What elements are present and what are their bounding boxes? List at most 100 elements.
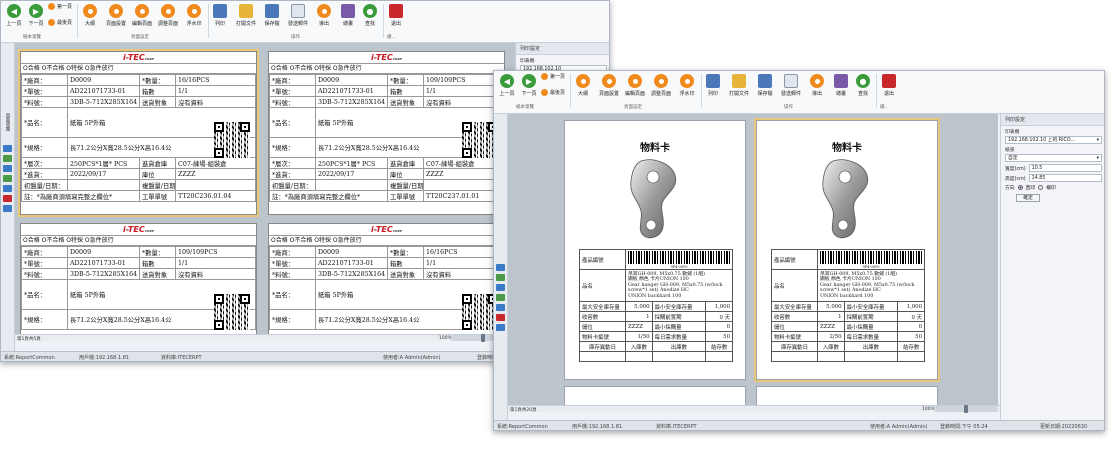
tool-icon[interactable]	[3, 155, 12, 162]
circle-icon	[135, 4, 149, 18]
width-input[interactable]: 10.5	[1028, 164, 1102, 172]
circle-icon	[628, 74, 642, 88]
label-card[interactable]: i-TECCORP O合格 O不合格 O特採 O急件放行 *廠商： D0009 *數…	[20, 223, 257, 334]
printer-label: 印表機	[1005, 130, 1020, 135]
barcode	[819, 251, 922, 264]
tool-icon[interactable]	[496, 284, 505, 291]
edit-page-button[interactable]: 編輯頁面	[131, 4, 153, 27]
qr-code	[214, 122, 250, 158]
paper-select[interactable]: 自定 ▾	[1005, 154, 1102, 162]
height-row: 高度(cm) 14.85	[1005, 174, 1102, 182]
send-email-button[interactable]: 發送郵件	[780, 74, 802, 97]
last-page-icon	[48, 19, 55, 26]
last-page-icon	[541, 89, 548, 96]
next-page-button[interactable]: ▶ 下一頁	[25, 4, 47, 27]
search-icon: ●	[856, 74, 870, 88]
exit-button[interactable]: 退出	[385, 4, 407, 27]
sign-button[interactable]: 總畫	[830, 74, 852, 97]
zoom-thumb[interactable]	[964, 405, 968, 413]
sign-button[interactable]: 總畫	[337, 4, 359, 27]
page-setup-button[interactable]: 頁面設置	[598, 74, 620, 97]
zoom-slider[interactable]	[934, 405, 998, 413]
document-area: i-TECCORP O合格 O不合格 O特採 O急件放行 *廠商： D0009 *數…	[15, 43, 515, 334]
page-jump-group: 第一頁 . 最後頁	[541, 73, 565, 96]
find-button[interactable]: ● 查找	[359, 4, 381, 27]
circle-icon	[161, 4, 175, 18]
print-button[interactable]: 列印	[702, 74, 724, 97]
tool-icon[interactable]	[496, 274, 505, 281]
exit-button[interactable]: 退出	[878, 74, 900, 97]
printer-select[interactable]: 192.168.102.10 上的 RICO... ▾	[1005, 136, 1102, 144]
circle-icon	[680, 74, 694, 88]
zoom-level: 100%	[439, 336, 452, 341]
circle-icon	[602, 74, 616, 88]
status-bar: 系統:ReportCommon 用戶機:192.168.1.81 資料庫:ITE…	[494, 420, 1104, 430]
tool-icon[interactable]	[3, 195, 12, 202]
export-button[interactable]: 導出	[806, 74, 828, 97]
material-table: 產品編號 9P4-0009 品名 吊耳GH-009, M5x0.75 數鋪 (1組)…	[771, 249, 926, 362]
landscape-radio[interactable]	[1038, 185, 1044, 190]
open-file-button[interactable]: 打開文件	[235, 4, 257, 27]
barcode	[627, 251, 730, 264]
label-card[interactable]: i-TECCORP O合格 O不合格 O特採 O急件放行 *廠商： D0009 *數…	[18, 49, 259, 217]
adjust-page-button[interactable]: 調整頁面	[157, 4, 179, 27]
chevron-down-icon: ▾	[1096, 138, 1099, 143]
tool-icon[interactable]	[3, 175, 12, 182]
watermark-button[interactable]: 浮水印	[183, 4, 205, 27]
watermark-button[interactable]: 浮水印	[676, 74, 698, 97]
card-title: 物料卡	[832, 143, 862, 154]
print-button[interactable]: 列印	[209, 4, 231, 27]
edit-page-button[interactable]: 編輯頁面	[624, 74, 646, 97]
circle-icon	[317, 4, 331, 18]
prev-page-button[interactable]: ◀ 上一頁	[496, 74, 518, 97]
big-button[interactable]: 大綱	[572, 74, 594, 97]
adjust-page-button[interactable]: 調整頁面	[650, 74, 672, 97]
page-setup-button[interactable]: 頁面設置	[105, 4, 127, 27]
arrow-right-icon: ▶	[522, 74, 536, 88]
ok-button[interactable]: 確定	[1016, 194, 1040, 202]
zoom-thumb[interactable]	[481, 334, 485, 342]
tool-icon[interactable]	[496, 264, 505, 271]
material-card-page[interactable]: 物料卡 產品編號 9P4-0009 品名 吊耳GH-009, M5x0.75 數鋪 …	[754, 118, 940, 382]
height-input[interactable]: 14.85	[1028, 174, 1102, 182]
next-page-button[interactable]: ▶ 下一頁	[518, 74, 540, 97]
printer-icon	[213, 4, 227, 18]
tool-icon[interactable]	[496, 314, 505, 321]
power-icon	[882, 74, 896, 88]
tool-icon[interactable]	[3, 185, 12, 192]
find-button[interactable]: ● 查找	[852, 74, 874, 97]
group-label-nav: 紙本瀏覽	[516, 105, 534, 110]
last-page-button[interactable]: 最後頁	[48, 19, 72, 26]
portrait-radio[interactable]	[1017, 185, 1023, 190]
save-button[interactable]: 保存檔	[261, 4, 283, 27]
tool-icon[interactable]	[3, 165, 12, 172]
inspection-checks: O合格 O不合格 O特採 O急件放行	[21, 64, 256, 74]
first-page-button[interactable]: 第一頁	[48, 3, 72, 10]
tool-icon[interactable]	[496, 324, 505, 331]
tool-icon[interactable]	[496, 294, 505, 301]
first-page-button[interactable]: 第一頁	[541, 73, 565, 80]
material-card-window: ◀上一頁 ▶下一頁 第一頁 . 最後頁 大綱 頁面設置 編輯頁面 調整頁面 浮水…	[493, 70, 1105, 431]
paper-label: 紙張	[1005, 148, 1015, 153]
tool-icon[interactable]	[496, 304, 505, 311]
person-icon	[341, 4, 355, 18]
next-page-preview	[564, 386, 746, 405]
save-button[interactable]: 保存檔	[754, 74, 776, 97]
label-card[interactable]: i-TECCORP O合格 O不合格 O特採 O急件放行 *廠商： D0009 *數…	[268, 223, 505, 334]
big-button[interactable]: 大綱	[79, 4, 101, 27]
material-card-page[interactable]: 物料卡 產品編號 9P4-0009 品名 吊耳GH-009, M5x0.75 數鋪 …	[564, 120, 746, 380]
prev-page-button[interactable]: ◀ 上一頁	[3, 4, 25, 27]
tool-icon[interactable]	[3, 205, 12, 212]
tool-icon[interactable]	[3, 145, 12, 152]
left-tool-strip: 頁面導覽	[1, 43, 15, 351]
part-image	[623, 157, 683, 242]
printer-label: 印表機	[520, 59, 535, 64]
export-button[interactable]: 導出	[313, 4, 335, 27]
orientation-row: 方向 直印 橫印	[1005, 185, 1056, 191]
last-page-button[interactable]: 最後頁	[541, 89, 565, 96]
open-file-button[interactable]: 打開文件	[728, 74, 750, 97]
send-email-button[interactable]: 發送郵件	[287, 4, 309, 27]
group-label-ops: 操作	[291, 35, 300, 40]
left-strip-label: 頁面導覽	[5, 113, 10, 131]
label-card[interactable]: i-TECCORP O合格 O不合格 O特採 O急件放行 *廠商： D0009 *數…	[268, 51, 505, 215]
